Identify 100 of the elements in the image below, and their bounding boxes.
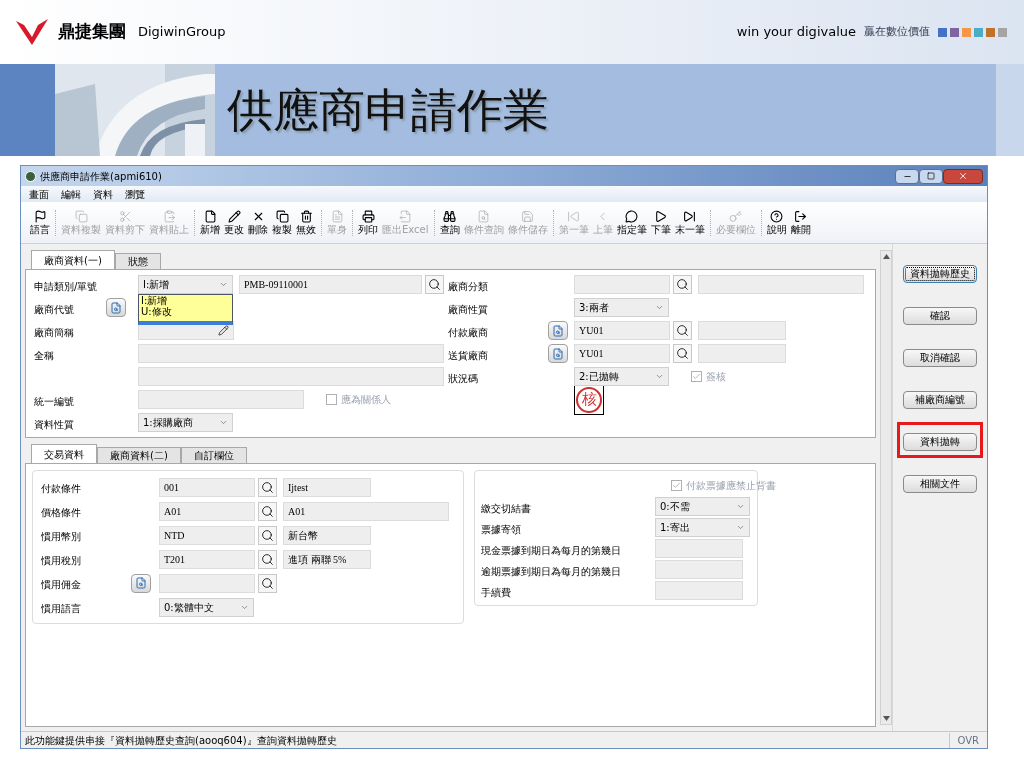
menu-item[interactable]: 畫面 <box>25 186 53 202</box>
input-field[interactable]: 新台幣 <box>283 525 371 545</box>
trash-icon <box>299 209 313 223</box>
search-icon <box>261 504 274 518</box>
toolbar-button[interactable]: 下筆 <box>648 209 673 236</box>
input-field[interactable] <box>138 344 444 363</box>
menu-item[interactable]: 資料 <box>89 186 117 202</box>
input-field[interactable] <box>698 344 786 363</box>
toolbar-button[interactable]: 新增 <box>198 209 222 236</box>
dropdown-option[interactable]: I:新增 <box>139 295 232 306</box>
field-label: 申請類別/單號 <box>34 280 98 292</box>
action-button[interactable]: 補廠商編號 <box>903 390 977 409</box>
browse-button[interactable] <box>548 321 568 340</box>
menu-item[interactable]: 瀏覽 <box>121 186 149 202</box>
action-button[interactable]: 資料拋轉 <box>903 432 977 451</box>
search-button[interactable] <box>673 321 692 340</box>
dropdown-field[interactable]: 2:已拋轉 <box>574 367 669 386</box>
dropdown-field[interactable]: 1:寄出 <box>655 518 750 537</box>
input-field[interactable] <box>655 539 743 558</box>
input-field[interactable] <box>655 560 743 579</box>
input-field[interactable] <box>698 321 786 340</box>
binoculars-icon <box>443 209 456 223</box>
maximize-button[interactable] <box>919 168 943 184</box>
dropdown-option[interactable]: U:修改 <box>139 306 232 317</box>
tab[interactable]: 交易資料 <box>31 444 97 463</box>
input-field[interactable] <box>159 573 255 593</box>
input-field[interactable]: A01 <box>283 501 449 521</box>
tab[interactable]: 廠商資料(二) <box>97 447 181 463</box>
brand-name-english: DigiwinGroup <box>138 23 226 42</box>
field-label: 廠商代號 <box>34 303 74 315</box>
browse-button[interactable] <box>548 344 568 363</box>
search-button[interactable] <box>425 275 444 294</box>
input-field[interactable] <box>655 581 743 600</box>
field-label: 價格條件 <box>41 507 81 518</box>
search-button[interactable] <box>258 525 277 545</box>
input-field[interactable]: 進項 兩聯 5% <box>283 549 371 569</box>
pencil-icon[interactable] <box>218 325 229 336</box>
input-field[interactable]: Ijtest <box>283 477 371 497</box>
search-button[interactable] <box>673 344 692 363</box>
scroll-down-icon[interactable] <box>882 716 890 721</box>
dropdown-field[interactable]: 1:採購廠商 <box>138 413 233 432</box>
caret-icon <box>219 280 228 289</box>
dropdown-field[interactable]: 0:不需 <box>655 497 750 516</box>
field-label: 付款廠商 <box>448 326 488 338</box>
scrollbar[interactable] <box>880 250 892 725</box>
input-field[interactable]: PMB-09110001 <box>239 275 422 294</box>
slide-title: 供應商申請作業 <box>227 81 549 139</box>
input-field[interactable] <box>698 275 864 294</box>
toolbar-button[interactable]: 查詢 <box>437 209 462 236</box>
tab[interactable]: 廠商資料(一) <box>31 250 115 269</box>
input-field[interactable] <box>138 367 444 386</box>
file-search-icon <box>477 209 490 223</box>
field-label: 手續費 <box>481 586 511 598</box>
toolbar-button[interactable]: 複製 <box>270 209 294 236</box>
input-field[interactable]: A01 <box>159 501 255 521</box>
field-label: 繳交切結書 <box>481 502 531 514</box>
browse-button[interactable] <box>106 298 126 317</box>
search-button[interactable] <box>258 549 277 569</box>
field-label: 廠商性質 <box>448 303 488 315</box>
toolbar-button[interactable]: 末一筆 <box>672 209 707 236</box>
action-button[interactable]: 相關文件 <box>903 474 977 493</box>
toolbar-button[interactable]: 無效 <box>294 209 318 236</box>
action-button[interactable]: 資料拋轉歷史 <box>903 264 977 283</box>
search-button[interactable] <box>258 501 277 521</box>
field-label: 廠商分類 <box>448 280 488 292</box>
dropdown-field[interactable]: 3:兩者 <box>574 298 669 317</box>
search-button[interactable] <box>258 477 277 497</box>
toolbar-button[interactable]: 刪除 <box>246 209 270 236</box>
field-label: 全稱 <box>34 349 54 361</box>
toolbar-button[interactable]: 語言 <box>28 209 52 236</box>
search-button[interactable] <box>258 573 277 593</box>
input-field[interactable]: 001 <box>159 477 255 497</box>
toolbar-button[interactable]: 列印 <box>356 209 380 236</box>
input-field[interactable]: T201 <box>159 549 255 569</box>
skip-back-icon <box>567 209 580 223</box>
check-icon <box>692 372 701 381</box>
toolbar-button[interactable]: 離開 <box>788 209 813 236</box>
input-field[interactable]: YU01 <box>574 321 670 340</box>
toolbar-button[interactable]: 更改 <box>222 209 246 236</box>
input-field[interactable] <box>138 390 304 409</box>
minimize-button[interactable] <box>895 168 919 184</box>
tab[interactable]: 自訂欄位 <box>180 447 247 463</box>
tab[interactable]: 狀態 <box>114 253 161 269</box>
field-label: 資料性質 <box>34 418 74 430</box>
input-field[interactable]: YU01 <box>574 344 670 363</box>
pencil-icon <box>227 209 241 223</box>
search-button[interactable] <box>673 275 692 294</box>
toolbar-button[interactable]: 指定筆 <box>614 209 649 236</box>
action-button[interactable]: 取消確認 <box>903 348 977 367</box>
caret-icon <box>736 502 745 511</box>
toolbar-button[interactable]: 說明 <box>764 209 789 236</box>
input-field[interactable] <box>574 275 670 294</box>
close-button[interactable] <box>943 168 983 184</box>
dropdown-field[interactable]: 0:繁體中文 <box>159 597 254 617</box>
action-button[interactable]: 確認 <box>903 306 977 325</box>
scroll-up-icon[interactable] <box>882 254 890 259</box>
input-field[interactable]: NTD <box>159 525 255 545</box>
dropdown-field[interactable]: I:新增 <box>138 275 233 294</box>
browse-button[interactable] <box>131 573 151 593</box>
menu-item[interactable]: 編輯 <box>57 186 85 202</box>
